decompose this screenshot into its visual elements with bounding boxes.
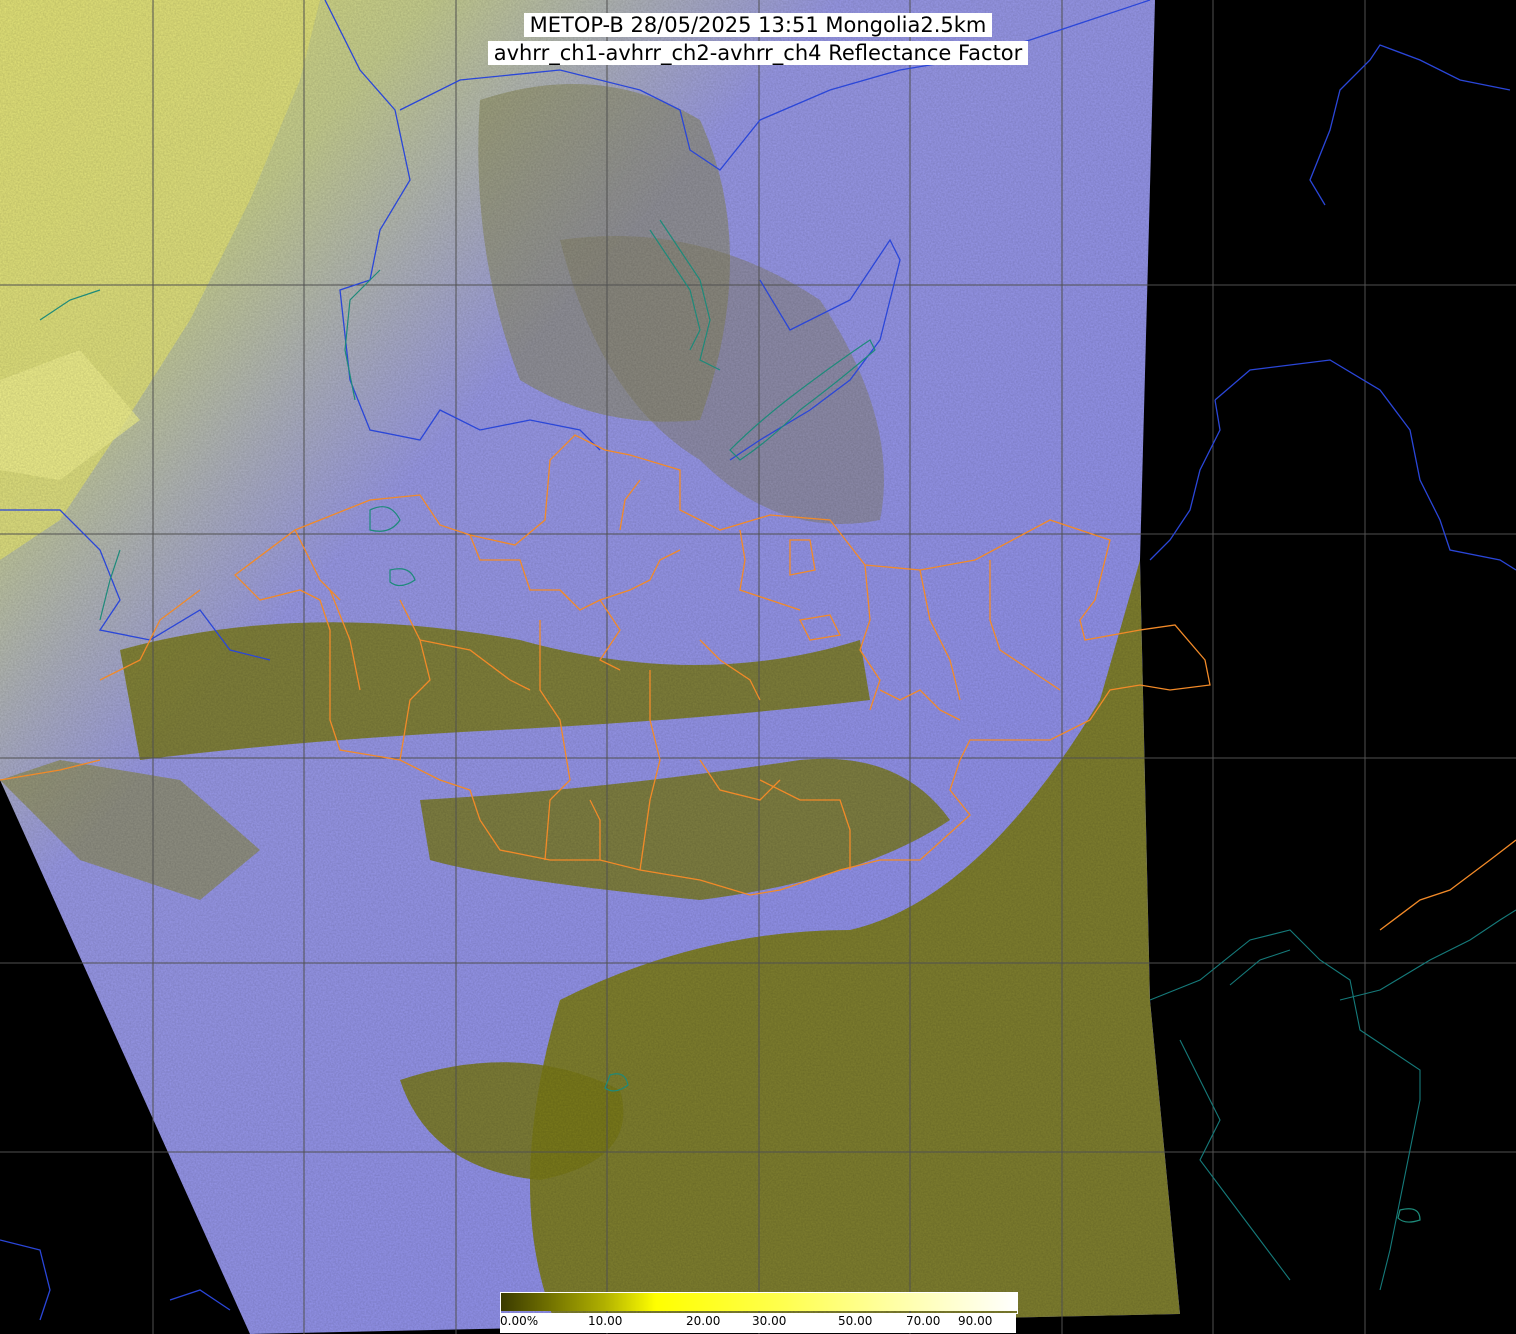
colorbar-tick-label: 20.00: [686, 1314, 721, 1328]
colorbar-tick-label: 50.00: [838, 1314, 873, 1328]
colorbar-tick-label: 0.00%: [500, 1314, 539, 1328]
colorbar-tick-label: 90.00: [958, 1314, 993, 1328]
colorbar-tick-label: 30.00: [752, 1314, 787, 1328]
colorbar-labels: 0.00% 10.00 20.00 30.00 50.00 70.00 90.00: [500, 1313, 1016, 1333]
satellite-swath: [0, 0, 1180, 1334]
colorbar-tick-label: 70.00: [906, 1314, 941, 1328]
colorbar-ramp: [501, 1293, 1017, 1311]
satellite-map: [0, 0, 1516, 1334]
colorbar-tick-label: 10.00: [588, 1314, 623, 1328]
colorbar: [500, 1292, 1018, 1314]
